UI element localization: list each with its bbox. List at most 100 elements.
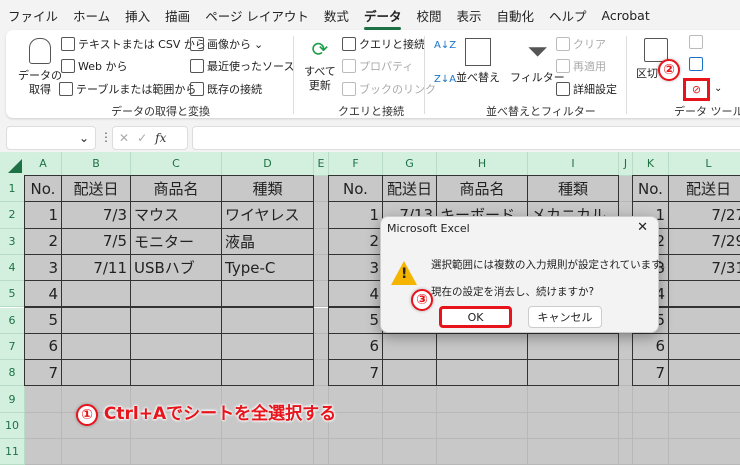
table-cell[interactable] [382,359,437,387]
remove-duplicates-button[interactable] [689,57,703,71]
table-cell[interactable]: 2 [328,227,383,255]
menu-tab[interactable]: 数式 [324,6,349,25]
table-cell[interactable] [130,280,222,308]
table-header[interactable]: 商品名 [130,175,222,203]
table-cell[interactable]: 2 [24,227,62,255]
column-header[interactable]: B [62,152,131,176]
sort-asc-button[interactable]: A↓Z [434,40,456,51]
table-cell[interactable]: USBハブ [130,253,222,282]
table-cell[interactable]: 6 [24,332,62,361]
select-all-button[interactable] [0,152,25,176]
table-cell[interactable] [668,280,740,308]
row-header[interactable]: 8 [0,360,25,387]
data-validation-button[interactable]: ⊘ [683,78,710,101]
refresh-all-button[interactable]: ⟳ すべて 更新 [304,36,336,93]
row-header[interactable]: 10 [0,412,25,439]
row-header[interactable]: 5 [0,281,25,308]
menu-tab[interactable]: ヘルプ [549,6,587,25]
row-header[interactable]: 7 [0,333,25,361]
menu-tab[interactable]: 描画 [165,6,190,25]
table-cell[interactable] [382,332,437,361]
from-table[interactable]: テーブルまたは範囲から [59,81,196,97]
table-cell[interactable]: マウス [130,201,222,229]
column-header[interactable]: G [383,152,437,176]
table-cell[interactable] [61,280,131,308]
table-cell[interactable]: 3 [328,253,383,282]
table-cell[interactable]: 4 [328,280,383,308]
table-cell[interactable] [668,359,740,387]
table-cell[interactable]: 7/5 [61,227,131,255]
workbook-links[interactable]: ブックのリンク [342,81,436,97]
column-header[interactable]: A [25,152,62,176]
reapply-button[interactable]: 再適用 [556,58,606,74]
advanced-button[interactable]: 詳細設定 [556,81,617,97]
table-cell[interactable]: 7/31 [668,253,740,282]
row-header[interactable]: 4 [0,254,25,282]
menu-tab[interactable]: ページ レイアウト [205,6,309,25]
table-cell[interactable] [221,359,314,387]
table-header[interactable]: No. [632,175,669,203]
table-cell[interactable] [221,306,314,334]
table-cell[interactable] [61,332,131,361]
table-cell[interactable]: 7 [632,359,669,387]
column-header[interactable]: F [329,152,383,176]
table-cell[interactable] [668,332,740,361]
table-cell[interactable] [221,280,314,308]
table-cell[interactable] [668,306,740,334]
table-cell[interactable]: 3 [24,253,62,282]
table-header[interactable]: 配送日 [668,175,740,203]
table-cell[interactable] [130,306,222,334]
get-data-button[interactable]: データの 取得 [18,38,62,97]
menu-tab[interactable]: 挿入 [125,6,150,25]
menu-tab[interactable]: ファイル [8,6,58,25]
fx-icon[interactable]: fx [155,131,166,145]
table-cell[interactable] [130,359,222,387]
table-header[interactable]: 種類 [221,175,314,203]
column-header[interactable]: K [633,152,669,176]
from-picture[interactable]: 画像から ⌄ [190,36,263,52]
table-cell[interactable]: 液晶 [221,227,314,255]
table-cell[interactable]: 1 [24,201,62,229]
existing-connections[interactable]: 既存の接続 [190,81,262,97]
formula-input[interactable] [192,126,740,150]
menu-tab[interactable]: データ [363,6,401,30]
menu-tab[interactable]: 自動化 [496,6,534,25]
flash-fill-button[interactable] [689,35,703,49]
table-cell[interactable]: 7 [328,359,383,387]
menu-tab[interactable]: ホーム [73,6,110,25]
row-header[interactable]: 2 [0,202,25,229]
recent-sources[interactable]: 最近使ったソース [190,58,294,74]
name-box[interactable]: ⌄ [6,126,96,150]
clear-button[interactable]: クリア [556,36,606,52]
table-cell[interactable]: 7/27 [668,201,740,229]
table-cell[interactable] [527,359,619,387]
check-icon[interactable]: ✓ [137,131,147,145]
column-header[interactable]: H [437,152,528,176]
column-header[interactable]: D [222,152,314,176]
table-header[interactable]: 商品名 [436,175,528,203]
row-header[interactable]: 1 [0,176,25,203]
from-text-csv[interactable]: テキストまたは CSV から [61,36,206,52]
table-cell[interactable]: 6 [328,332,383,361]
table-cell[interactable]: 7 [24,359,62,387]
table-cell[interactable]: ワイヤレス [221,201,314,229]
close-icon[interactable]: ✕ [637,220,648,235]
column-header[interactable]: L [669,152,740,176]
more-icon[interactable]: ⋮ [100,130,112,144]
column-header[interactable]: E [314,152,329,176]
table-cell[interactable]: 5 [328,306,383,334]
table-cell[interactable] [436,359,528,387]
row-header[interactable]: 3 [0,228,25,255]
sort-desc-button[interactable]: Z↓A [434,74,456,85]
cancel-icon[interactable]: ✕ [119,131,129,145]
row-header[interactable]: 9 [0,386,25,413]
table-cell[interactable]: 7/29 [668,227,740,255]
table-cell[interactable]: 5 [24,306,62,334]
table-cell[interactable]: Type-C [221,253,314,282]
column-header[interactable]: I [528,152,619,176]
chevron-down-icon[interactable]: ⌄ [714,83,722,94]
table-header[interactable]: 配送日 [61,175,131,203]
row-header[interactable]: 11 [0,439,25,465]
table-cell[interactable]: 4 [24,280,62,308]
menu-tab[interactable]: 表示 [456,6,481,25]
